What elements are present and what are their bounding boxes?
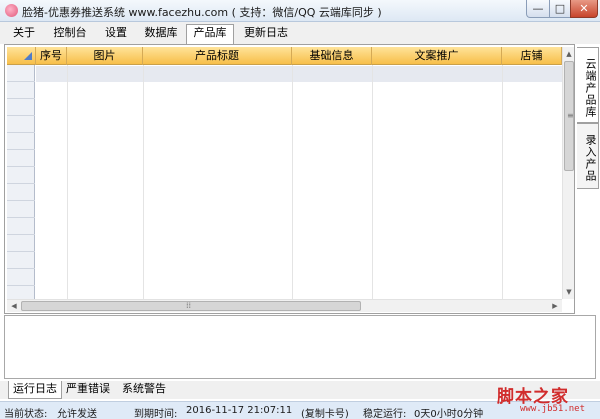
- status-state-value: 允许发送: [57, 409, 97, 419]
- column-header-promo-copy[interactable]: 文案推广: [372, 47, 502, 65]
- maximize-button[interactable]: □: [549, 0, 571, 18]
- app-icon: [5, 4, 18, 17]
- column-divider: [502, 65, 503, 299]
- watermark-url: www.jb51.net: [520, 404, 586, 414]
- tab-severe-errors[interactable]: 严重错误: [62, 381, 114, 398]
- grip-icon: ≡: [567, 111, 574, 120]
- row-header[interactable]: [7, 167, 35, 184]
- product-grid[interactable]: 序号 图片 产品标题 基础信息 文案推广 店铺: [7, 47, 562, 299]
- menu-product-library[interactable]: 产品库: [186, 24, 234, 44]
- menu-changelog[interactable]: 更新日志: [238, 25, 294, 43]
- row-header[interactable]: [7, 150, 35, 167]
- scroll-down-icon[interactable]: ▼: [564, 287, 574, 297]
- row-header[interactable]: [7, 252, 35, 269]
- row-header[interactable]: [7, 269, 35, 286]
- column-header-title[interactable]: 产品标题: [143, 47, 292, 65]
- row-header[interactable]: [7, 133, 35, 150]
- tab-system-warnings[interactable]: 系统警告: [118, 381, 170, 398]
- grid-corner[interactable]: [7, 47, 36, 65]
- log-pane[interactable]: [4, 315, 596, 379]
- column-divider: [143, 65, 144, 299]
- column-divider: [292, 65, 293, 299]
- copy-card-link[interactable]: (复制卡号): [301, 405, 349, 419]
- scroll-up-icon[interactable]: ▲: [564, 49, 574, 59]
- column-header-index[interactable]: 序号: [36, 47, 67, 65]
- grip-icon: ⁞⁞: [186, 301, 192, 310]
- product-library-panel: 序号 图片 产品标题 基础信息 文案推广 店铺 ▲ ≡ ▼ ◀ ⁞⁞ ▶: [4, 44, 575, 314]
- title-bar: 脸猪-优惠券推送系统 www.facezhu.com ( 支持：微信/QQ 云端…: [0, 0, 600, 22]
- close-button[interactable]: ✕: [570, 0, 598, 18]
- row-header[interactable]: [7, 116, 35, 133]
- menu-settings[interactable]: 设置: [98, 25, 134, 43]
- vertical-scrollbar[interactable]: ▲ ≡ ▼: [562, 47, 574, 299]
- tab-run-log[interactable]: 运行日志: [8, 381, 62, 399]
- row-header-column: [7, 65, 35, 299]
- menu-database[interactable]: 数据库: [139, 25, 183, 43]
- column-header-basic-info[interactable]: 基础信息: [292, 47, 372, 65]
- status-uptime-label: 稳定运行:: [363, 409, 407, 419]
- row-header[interactable]: [7, 65, 35, 82]
- row-header[interactable]: [7, 82, 35, 99]
- vertical-scroll-thumb[interactable]: ≡: [564, 61, 574, 171]
- select-all-icon: [24, 52, 32, 60]
- row-header[interactable]: [7, 235, 35, 252]
- status-uptime-value: 0天0小时0分钟: [414, 409, 484, 419]
- row-header[interactable]: [7, 201, 35, 218]
- menu-bar: 关于 控制台 设置 数据库 产品库 更新日志: [0, 22, 600, 44]
- scroll-left-icon[interactable]: ◀: [9, 301, 19, 311]
- tab-add-product[interactable]: 录入产品: [577, 123, 599, 189]
- horizontal-scrollbar[interactable]: ◀ ⁞⁞ ▶: [7, 299, 562, 312]
- minimize-button[interactable]: —: [526, 0, 550, 18]
- column-header-shop[interactable]: 店铺: [502, 47, 562, 65]
- row-header[interactable]: [7, 218, 35, 235]
- column-divider: [372, 65, 373, 299]
- window-title: 脸猪-优惠券推送系统 www.facezhu.com ( 支持：微信/QQ 云端…: [22, 6, 382, 19]
- scroll-right-icon[interactable]: ▶: [550, 301, 560, 311]
- tab-cloud-product-library[interactable]: 云端产品库: [577, 47, 599, 123]
- column-divider: [67, 65, 68, 299]
- row-header[interactable]: [7, 286, 35, 299]
- grid-header: 序号 图片 产品标题 基础信息 文案推广 店铺: [7, 47, 562, 65]
- status-expire-value: 2016-11-17 21:07:11: [186, 405, 293, 416]
- menu-console[interactable]: 控制台: [47, 25, 93, 43]
- menu-about[interactable]: 关于: [6, 25, 42, 43]
- horizontal-scroll-thumb[interactable]: ⁞⁞: [21, 301, 361, 311]
- status-expire-label: 到期时间:: [134, 409, 178, 419]
- selected-row[interactable]: [36, 66, 562, 82]
- row-header[interactable]: [7, 99, 35, 116]
- column-header-image[interactable]: 图片: [67, 47, 143, 65]
- row-header[interactable]: [7, 184, 35, 201]
- status-state-label: 当前状态:: [4, 409, 48, 419]
